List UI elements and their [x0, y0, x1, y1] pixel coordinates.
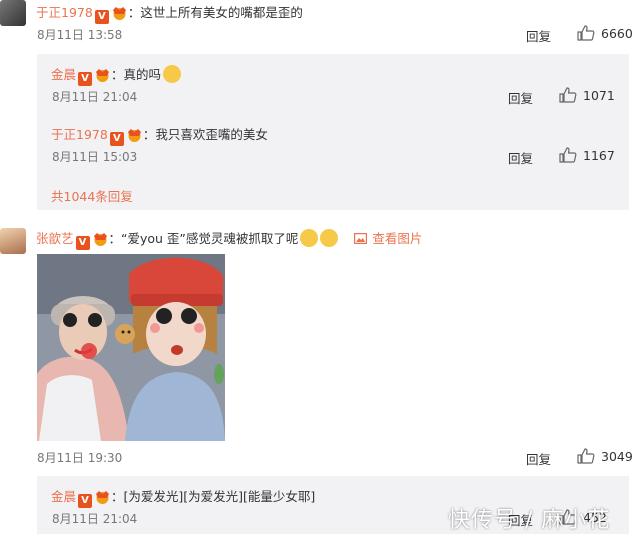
comment-user-name[interactable]: 于正1978 [36, 5, 93, 20]
comment-header: 张歆艺 V ：“爱you 歪”感觉灵魂被抓取了呢 查看图片 [36, 228, 422, 250]
thumbs-up-icon [577, 448, 595, 464]
reply-time: 8月11日 21:04 [52, 512, 138, 526]
thumbs-up-icon [559, 147, 577, 163]
comment-time: 8月11日 13:58 [37, 28, 123, 42]
verified-v-icon: V [78, 72, 93, 86]
like-count: 1167 [583, 148, 615, 163]
like-button[interactable]: 6660 [577, 25, 633, 41]
reply-button[interactable]: 回复 [526, 26, 551, 45]
crown-badge-icon [96, 69, 110, 82]
kiss-emoji-icon [300, 229, 319, 247]
comment-photo[interactable] [37, 254, 225, 441]
verified-v-icon: V [78, 494, 93, 508]
watermark-text: 快传号 / 麻小花 [448, 508, 611, 533]
view-picture-link[interactable]: 查看图片 [372, 231, 422, 246]
photo-illustration [37, 254, 225, 441]
laugh-cry-emoji-icon [163, 65, 182, 83]
reply-time: 8月11日 15:03 [52, 150, 138, 164]
like-button[interactable]: 1167 [559, 147, 615, 163]
like-count: 3049 [601, 449, 633, 464]
like-count: 1071 [583, 88, 615, 103]
crown-badge-icon [112, 7, 126, 20]
reply-text: ：我只喜欢歪嘴的美女 [142, 127, 268, 142]
comment-time: 8月11日 19:30 [37, 451, 123, 465]
reply-button[interactable]: 回复 [508, 88, 533, 107]
crown-badge-icon [96, 491, 110, 504]
avatar-yuzheng[interactable] [0, 0, 26, 26]
like-button[interactable]: 1071 [559, 87, 615, 103]
reply-text: ：[为爱发光][为爱发光][能量少女耶] [111, 489, 316, 504]
reply-user-name[interactable]: 金晨 [51, 489, 76, 504]
verified-v-icon: V [109, 132, 124, 146]
picture-icon [354, 233, 368, 245]
reply-header: 于正1978 V ：我只喜欢歪嘴的美女 [51, 124, 268, 146]
reply-text: ：真的吗 [111, 67, 162, 82]
reply-header: 金晨 V ：真的吗 [51, 64, 182, 86]
like-count: 6660 [601, 26, 633, 41]
crown-badge-icon [93, 233, 107, 246]
reply-user-name[interactable]: 金晨 [51, 67, 76, 82]
reply-header: 金晨 V ：[为爱发光][为爱发光][能量少女耶] [51, 486, 315, 508]
heart-eyes-emoji-icon [320, 229, 339, 247]
reply-time: 8月11日 21:04 [52, 90, 138, 104]
verified-v-icon: V [75, 236, 90, 250]
reply-button[interactable]: 回复 [508, 148, 533, 167]
more-replies-link[interactable]: 共1044条回复 [51, 186, 133, 205]
reply-user-name[interactable]: 于正1978 [51, 127, 108, 142]
verified-v-icon: V [94, 10, 109, 24]
comment-user-name[interactable]: 张歆艺 [36, 231, 74, 246]
comment-text: ：这世上所有美女的嘴都是歪的 [127, 5, 303, 20]
like-button[interactable]: 3049 [577, 448, 633, 464]
thumbs-up-icon [559, 87, 577, 103]
comment-text: ：“爱you 歪”感觉灵魂被抓取了呢 [108, 231, 299, 246]
thumbs-up-icon [577, 25, 595, 41]
reply-button[interactable]: 回复 [526, 449, 551, 468]
crown-badge-icon [127, 129, 141, 142]
avatar-zhangxinyi[interactable] [0, 228, 26, 254]
comment-header: 于正1978 V ：这世上所有美女的嘴都是歪的 [36, 2, 303, 24]
